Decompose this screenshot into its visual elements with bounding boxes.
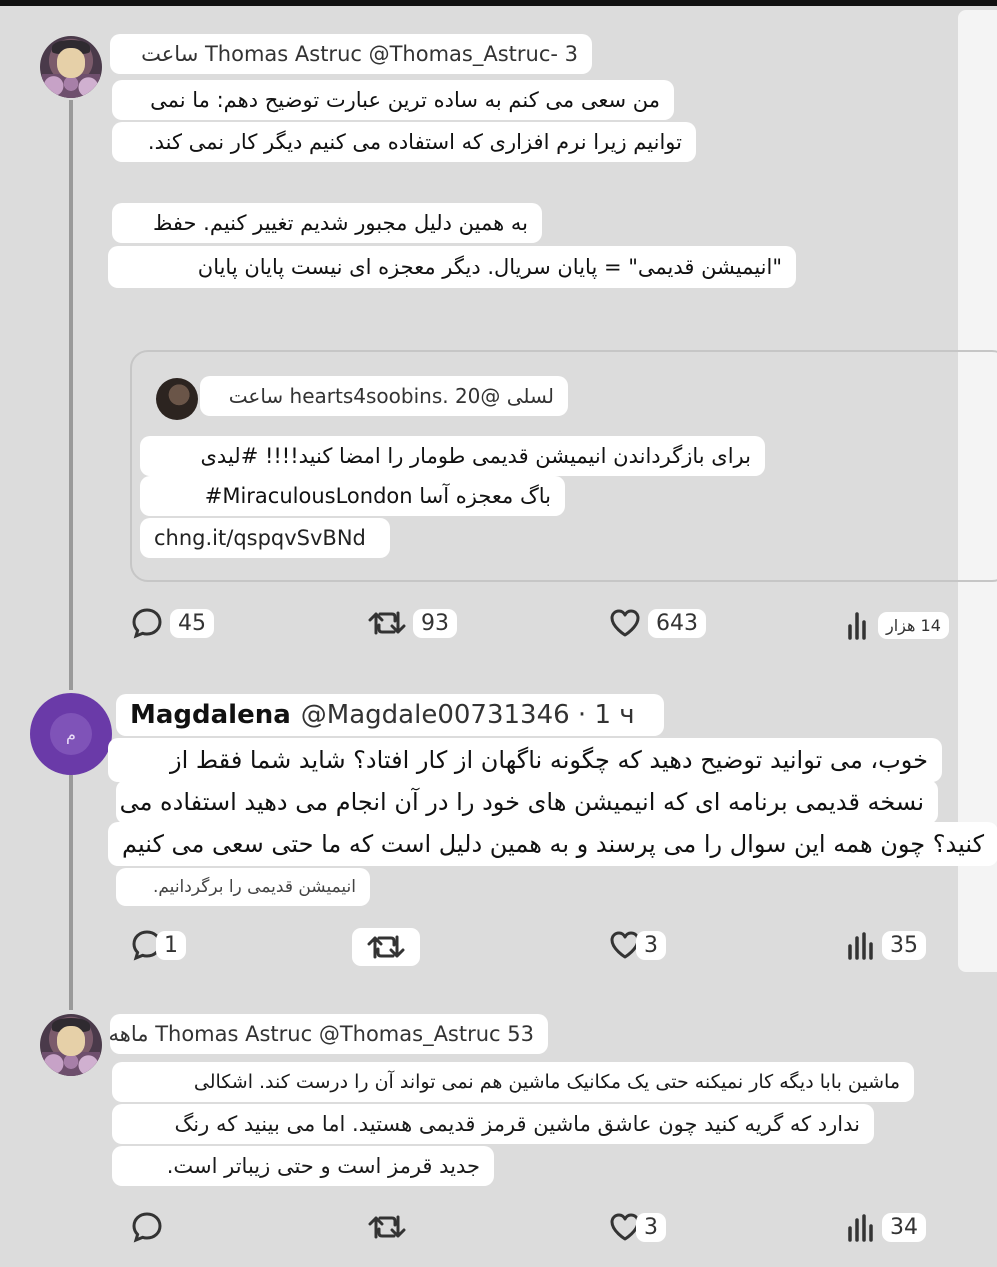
like-count: 3 xyxy=(636,930,666,960)
repost-icon xyxy=(367,935,405,959)
views-button[interactable]: 35 xyxy=(846,928,926,962)
post-text-line: کنید؟ چون همه این سوال را می پرسند و به … xyxy=(108,822,997,866)
reply-icon xyxy=(132,608,162,639)
avatar-magdalena[interactable]: م xyxy=(30,693,112,775)
author-handle-time: @Magdale00731346 · 1 ч xyxy=(300,700,635,730)
views-count: 35 xyxy=(882,930,926,960)
post-header: Thomas Astruc @Thomas_Astruc 53 ماهه xyxy=(109,1014,548,1054)
post-text-line: ماشین بابا دیگه کار نمیکنه حتی یک مکانیک… xyxy=(112,1062,914,1102)
avatar-thomas[interactable] xyxy=(40,1014,102,1076)
views-button[interactable]: 14 هزار xyxy=(846,608,949,642)
views-count: 14 هزار xyxy=(878,611,949,639)
repost-button[interactable] xyxy=(352,928,420,966)
reply-icon xyxy=(132,1212,162,1243)
like-button[interactable]: 643 xyxy=(608,606,706,640)
quoted-post[interactable]: لسلی @hearts4soobins. 20 ساعت برای بازگر… xyxy=(130,350,997,582)
post-text-line: توانیم زیرا نرم افزاری که استفاده می کنی… xyxy=(112,122,696,162)
post-text-line: من سعی می کنم به ساده ترین عبارت توضیح د… xyxy=(112,80,674,120)
views-count: 34 xyxy=(882,1212,926,1242)
repost-icon xyxy=(368,611,406,635)
quoted-text-line: باگ معجزه آسا MiraculousLondon# xyxy=(140,476,565,516)
views-chart-icon xyxy=(848,612,866,640)
author-name[interactable]: Magdalena xyxy=(130,700,291,730)
repost-button[interactable] xyxy=(367,1210,407,1244)
like-button[interactable]: 3 xyxy=(608,1210,666,1244)
post-text-line: ندارد که گریه کنید چون عاشق ماشین قرمز ق… xyxy=(112,1104,874,1144)
post-text-line: به همین دلیل مجبور شدیم تغییر کنیم. حفظ xyxy=(112,203,542,243)
reply-button[interactable]: 1 xyxy=(130,928,186,962)
post-text-line: انیمیشن قدیمی را برگردانیم. xyxy=(116,868,370,906)
views-chart-icon xyxy=(848,1214,873,1242)
views-button[interactable]: 34 xyxy=(846,1210,926,1244)
heart-icon xyxy=(610,609,640,637)
post-text-line: "انیمیشن قدیمی" = پایان سریال. دیگر معجز… xyxy=(108,246,796,288)
reply-count: 1 xyxy=(156,930,186,960)
avatar-initial: م xyxy=(50,713,92,755)
reply-button[interactable]: 45 xyxy=(130,606,214,640)
like-count: 3 xyxy=(636,1212,666,1242)
post-text-line: جدید قرمز است و حتی زیباتر است. xyxy=(112,1146,494,1186)
status-bar-edge xyxy=(0,0,997,6)
post-text-line: خوب، می توانید توضیح دهید که چگونه ناگها… xyxy=(108,738,942,782)
quoted-post-header: لسلی @hearts4soobins. 20 ساعت xyxy=(200,376,568,416)
post-text-line: نسخه قدیمی برنامه ای که انیمیشن های خود … xyxy=(116,780,938,824)
repost-button[interactable]: 93 xyxy=(367,606,457,640)
thread-line xyxy=(69,775,73,1010)
quoted-text-line: برای بازگرداندن انیمیشن قدیمی طومار را ا… xyxy=(140,436,765,476)
reply-count: 45 xyxy=(170,608,214,638)
thread-line xyxy=(69,100,73,690)
avatar-thomas[interactable] xyxy=(40,36,102,98)
post-header: Thomas Astruc @Thomas_Astruc- 3 ساعت xyxy=(110,34,592,74)
quoted-link[interactable]: chng.it/qspqvSvBNd xyxy=(140,518,390,558)
views-chart-icon xyxy=(848,932,873,960)
repost-count: 93 xyxy=(413,608,457,638)
avatar-quoted-user[interactable] xyxy=(156,378,198,420)
reply-button[interactable] xyxy=(130,1210,164,1244)
post-header: Magdalena @Magdale00731346 · 1 ч xyxy=(116,694,664,736)
like-button[interactable]: 3 xyxy=(608,928,666,962)
repost-icon xyxy=(368,1215,406,1239)
like-count: 643 xyxy=(648,608,706,638)
